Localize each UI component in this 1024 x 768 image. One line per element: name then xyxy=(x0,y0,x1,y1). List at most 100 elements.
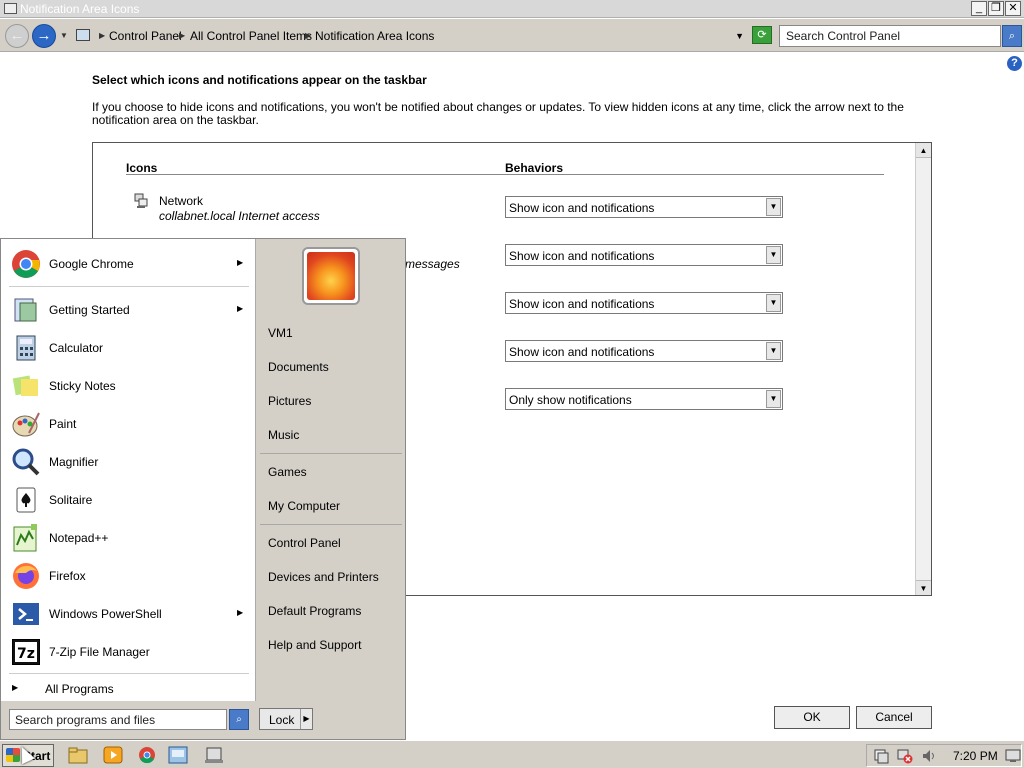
program-sticky-notes[interactable]: Sticky Notes xyxy=(1,368,255,404)
program-calculator[interactable]: Calculator xyxy=(1,330,255,366)
breadcrumb-separator[interactable]: ▶ xyxy=(99,31,105,40)
place-devices-and-printers[interactable]: Devices and Printers xyxy=(268,570,379,584)
behavior-select-3[interactable]: Show icon and notifications ▼ xyxy=(505,292,783,314)
7zip-icon: 7z xyxy=(12,639,40,665)
network-warning-icon[interactable] xyxy=(897,748,913,764)
all-programs-divider xyxy=(9,673,249,674)
start-menu-places: VM1 Documents Pictures Music Games My Co… xyxy=(255,239,405,701)
submenu-arrow-icon: ▶ xyxy=(237,258,244,267)
media-player-icon[interactable] xyxy=(103,746,123,764)
recent-pages-dropdown[interactable]: ▼ xyxy=(60,31,68,40)
place-my-computer[interactable]: My Computer xyxy=(268,499,340,513)
column-header-icons: Icons xyxy=(126,161,158,175)
behavior-value: Show icon and notifications xyxy=(509,249,655,263)
behavior-value: Only show notifications xyxy=(509,393,632,407)
program-7zip-file-manager[interactable]: 7z 7-Zip File Manager xyxy=(1,634,255,670)
powershell-icon xyxy=(13,603,39,625)
action-center-icon[interactable] xyxy=(873,748,889,764)
paint-icon xyxy=(12,412,40,437)
chrome-icon[interactable] xyxy=(137,746,157,764)
places-divider xyxy=(260,453,402,454)
getting-started-icon xyxy=(14,298,37,322)
behavior-select-2[interactable]: Show icon and notifications ▼ xyxy=(505,244,783,266)
program-label: Google Chrome xyxy=(49,257,134,271)
program-windows-powershell[interactable]: Windows PowerShell ▶ xyxy=(1,596,255,632)
volume-icon[interactable] xyxy=(921,748,937,764)
program-label: Paint xyxy=(49,417,77,431)
program-label: Firefox xyxy=(49,569,86,583)
behavior-select-5[interactable]: Only show notifications ▼ xyxy=(505,388,783,410)
all-programs-label: All Programs xyxy=(45,682,114,696)
address-dropdown-icon[interactable]: ▼ xyxy=(735,31,744,41)
ok-button[interactable]: OK xyxy=(774,706,850,729)
place-music[interactable]: Music xyxy=(268,428,299,442)
refresh-button[interactable]: ⟳ xyxy=(752,26,772,44)
program-label: Calculator xyxy=(49,341,104,355)
user-picture-avatar[interactable] xyxy=(302,247,360,305)
close-button[interactable]: ✕ xyxy=(1005,1,1021,16)
lock-button[interactable]: Lock ▶ xyxy=(259,708,313,730)
program-firefox[interactable]: Firefox xyxy=(1,558,255,594)
lock-options-arrow-icon[interactable]: ▶ xyxy=(300,709,312,729)
chevron-down-icon[interactable]: ▼ xyxy=(766,198,781,216)
program-google-chrome[interactable]: Google Chrome ▶ xyxy=(1,246,255,282)
program-paint[interactable]: Paint xyxy=(1,406,255,442)
address-bar-area: ← → ▼ ▶ Control Panel ▶ All Control Pane… xyxy=(0,19,1024,52)
place-default-programs[interactable]: Default Programs xyxy=(268,604,361,618)
address-field[interactable]: ▶ Control Panel ▶ All Control Panel Item… xyxy=(72,25,748,47)
control-panel-taskbar-icon[interactable] xyxy=(168,746,188,764)
clock[interactable]: 7:20 PM xyxy=(953,749,998,763)
search-programs-input[interactable]: Search programs and files xyxy=(9,709,227,730)
program-solitaire[interactable]: Solitaire xyxy=(1,482,255,518)
calculator-icon xyxy=(16,335,36,361)
explorer-folder-icon[interactable] xyxy=(68,746,88,764)
chrome-icon xyxy=(12,250,40,278)
submenu-arrow-icon: ▶ xyxy=(237,608,244,617)
show-desktop-icon[interactable] xyxy=(1005,748,1021,764)
program-getting-started[interactable]: Getting Started ▶ xyxy=(1,292,255,328)
forward-arrow-icon: → xyxy=(36,27,52,44)
place-games[interactable]: Games xyxy=(268,465,307,479)
breadcrumb-separator[interactable]: ▶ xyxy=(179,31,185,40)
chevron-down-icon[interactable]: ▼ xyxy=(766,246,781,264)
control-panel-icon xyxy=(76,29,90,41)
behavior-value: Show icon and notifications xyxy=(509,201,655,215)
chevron-down-icon[interactable]: ▼ xyxy=(766,294,781,312)
program-magnifier[interactable]: Magnifier xyxy=(1,444,255,480)
submenu-arrow-icon: ▶ xyxy=(237,304,244,313)
place-help-and-support[interactable]: Help and Support xyxy=(268,638,361,652)
search-icon[interactable]: ⌕ xyxy=(1002,25,1022,47)
behavior-select-4[interactable]: Show icon and notifications ▼ xyxy=(505,340,783,362)
scroll-up-icon[interactable]: ▲ xyxy=(916,143,931,158)
search-icon[interactable]: ⌕ xyxy=(229,709,249,730)
svg-text:7z: 7z xyxy=(17,646,35,662)
restore-button[interactable]: ❐ xyxy=(988,1,1004,16)
list-scrollbar[interactable]: ▲ ▼ xyxy=(915,143,931,595)
scroll-down-icon[interactable]: ▼ xyxy=(916,580,931,595)
breadcrumb-separator[interactable]: ▶ xyxy=(305,31,311,40)
all-programs-button[interactable]: ▶ All Programs xyxy=(1,679,255,701)
forward-button[interactable]: → xyxy=(32,24,56,48)
place-pictures[interactable]: Pictures xyxy=(268,394,311,408)
magnifier-icon xyxy=(12,448,40,476)
search-control-panel-input[interactable]: Search Control Panel xyxy=(779,25,1001,47)
help-icon[interactable]: ? xyxy=(1007,56,1022,71)
chevron-down-icon[interactable]: ▼ xyxy=(766,390,781,408)
breadcrumb-notification-area-icons[interactable]: Notification Area Icons xyxy=(315,29,434,43)
page-heading: Select which icons and notifications app… xyxy=(92,73,427,87)
program-notepad-plus-plus[interactable]: Notepad++ xyxy=(1,520,255,556)
chevron-down-icon[interactable]: ▼ xyxy=(766,342,781,360)
breadcrumb-control-panel[interactable]: Control Panel xyxy=(109,29,182,43)
place-documents[interactable]: Documents xyxy=(268,360,329,374)
flower-icon xyxy=(307,252,355,300)
page-description: If you choose to hide icons and notifica… xyxy=(92,100,904,127)
back-button[interactable]: ← xyxy=(5,24,29,48)
place-control-panel[interactable]: Control Panel xyxy=(268,536,341,550)
minimize-button[interactable]: _ xyxy=(971,1,987,16)
behavior-select-1[interactable]: Show icon and notifications ▼ xyxy=(505,196,783,218)
program-label: Sticky Notes xyxy=(49,379,116,393)
place-vm1[interactable]: VM1 xyxy=(268,326,293,340)
server-manager-icon[interactable] xyxy=(204,746,224,764)
cancel-button[interactable]: Cancel xyxy=(856,706,932,729)
breadcrumb-all-items[interactable]: All Control Panel Items xyxy=(190,29,312,43)
